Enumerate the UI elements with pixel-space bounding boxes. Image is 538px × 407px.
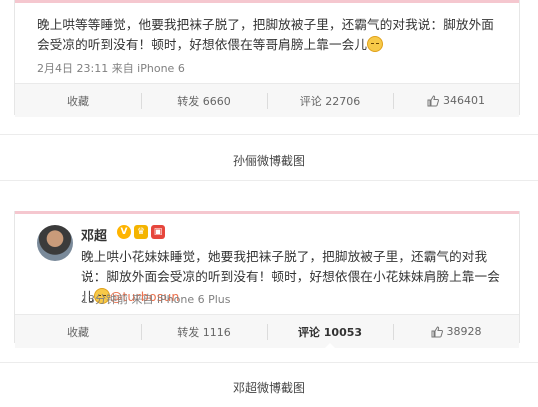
repost-label: 转发 1116 bbox=[177, 325, 231, 339]
thumbs-up-icon bbox=[427, 94, 439, 106]
avatar[interactable] bbox=[37, 225, 73, 261]
vip-crown-icon[interactable]: ♛ bbox=[134, 225, 148, 239]
action-bar: 收藏 转发 6660 评论 22706 346401 bbox=[15, 83, 519, 117]
repost-button[interactable]: 转发 6660 bbox=[141, 84, 267, 117]
top-accent-bar bbox=[15, 0, 519, 3]
post-meta[interactable]: 2月4日 23:11 来自 iPhone 6 bbox=[37, 60, 185, 76]
level-badge-icon[interactable]: ▣ bbox=[151, 225, 165, 239]
like-button[interactable]: 38928 bbox=[393, 315, 519, 348]
divider bbox=[0, 134, 538, 135]
action-bar: 收藏 转发 1116 评论 10053 38928 bbox=[15, 314, 519, 349]
caption-1: 孙俪微博截图 bbox=[232, 154, 305, 168]
repost-label: 转发 6660 bbox=[177, 94, 231, 108]
repost-button[interactable]: 转发 1116 bbox=[141, 315, 267, 348]
divider bbox=[0, 362, 538, 363]
active-caret bbox=[324, 343, 336, 349]
comment-button[interactable]: 评论 22706 bbox=[267, 84, 393, 117]
thumbs-up-icon bbox=[431, 325, 443, 337]
like-count: 346401 bbox=[443, 94, 485, 107]
verified-v-icon[interactable]: V bbox=[117, 225, 131, 239]
top-accent-bar bbox=[15, 211, 519, 214]
like-button[interactable]: 346401 bbox=[393, 84, 519, 117]
favorite-label: 收藏 bbox=[67, 325, 89, 339]
comment-label: 评论 22706 bbox=[299, 94, 361, 108]
comment-label: 评论 10053 bbox=[297, 325, 363, 339]
caption-2: 邓超微博截图 bbox=[232, 381, 305, 395]
divider bbox=[0, 180, 538, 181]
username[interactable]: 邓超 bbox=[81, 225, 107, 244]
like-count: 38928 bbox=[446, 325, 482, 338]
favorite-label: 收藏 bbox=[67, 94, 89, 108]
favorite-button[interactable]: 收藏 bbox=[15, 84, 141, 117]
post-text: 晚上哄等等睡觉，他要我把袜子脱了，把脚放被子里，还霸气的对我说：脚放外面会受凉的… bbox=[37, 17, 494, 52]
weibo-post-card-1: 晚上哄等等睡觉，他要我把袜子脱了，把脚放被子里，还霸气的对我说：脚放外面会受凉的… bbox=[14, 0, 520, 117]
blush-emoji-icon bbox=[367, 36, 384, 52]
post-meta[interactable]: 13分钟前 来自 iPhone 6 Plus bbox=[81, 291, 231, 307]
user-badges: V ♛ ▣ bbox=[117, 225, 165, 239]
weibo-post-card-2: 邓超 V ♛ ▣ 晚上哄小花妹妹睡觉，她要我把袜子脱了，把脚放被子里，还霸气的对… bbox=[14, 211, 520, 349]
favorite-button[interactable]: 收藏 bbox=[15, 315, 141, 348]
comment-button[interactable]: 评论 10053 bbox=[267, 315, 393, 349]
